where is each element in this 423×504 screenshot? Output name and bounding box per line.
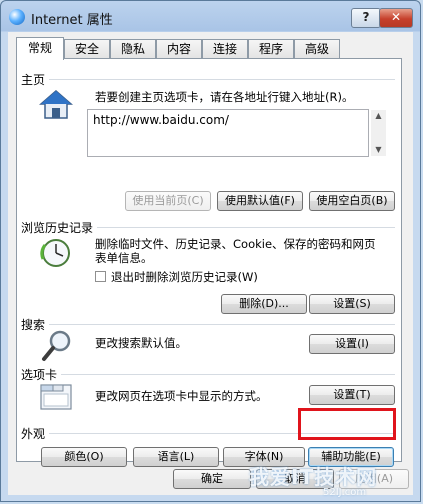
tabs-description: 更改网页在选项卡中显示的方式。 <box>95 389 268 403</box>
search-description: 更改搜索默认值。 <box>95 336 187 350</box>
home-page-input[interactable]: http://www.baidu.com/ <box>87 109 369 157</box>
tab-security[interactable]: 安全 <box>64 39 110 59</box>
window-title: Internet 属性 <box>31 13 113 28</box>
tab-privacy[interactable]: 隐私 <box>110 39 156 59</box>
use-current-button[interactable]: 使用当前页(C) <box>125 191 211 211</box>
clock-icon <box>40 239 70 267</box>
tab-general[interactable]: 常规 <box>16 37 64 60</box>
tab-advanced[interactable]: 高级 <box>294 39 340 59</box>
use-default-button[interactable]: 使用默认值(F) <box>217 191 303 211</box>
home-page-scrollbar[interactable]: ▲ ▼ <box>371 110 386 156</box>
internet-explorer-icon <box>9 9 25 25</box>
delete-on-exit-checkbox[interactable] <box>95 271 106 282</box>
general-tab-panel: 主页 若要创建主页选项卡，请在各地址行键入地址(R)。 http://www.b… <box>16 58 402 467</box>
help-button[interactable]: ? <box>351 8 381 28</box>
tab-programs[interactable]: 程序 <box>248 39 294 59</box>
highlight-box <box>298 408 396 440</box>
use-blank-button[interactable]: 使用空白页(B) <box>309 191 395 211</box>
history-settings-button[interactable]: 设置(S) <box>309 294 395 314</box>
appearance-section-title: 外观 <box>21 427 46 441</box>
section-divider <box>97 227 395 228</box>
tab-content[interactable]: 内容 <box>156 39 202 59</box>
scroll-down-icon[interactable]: ▼ <box>371 144 386 156</box>
magnifier-icon <box>42 330 71 361</box>
delete-history-button[interactable]: 删除(D)... <box>221 294 307 314</box>
tabs-settings-button[interactable]: 设置(T) <box>309 385 395 405</box>
search-settings-button[interactable]: 设置(I) <box>309 334 395 354</box>
history-section-title: 浏览历史记录 <box>21 221 94 235</box>
house-icon <box>39 90 73 119</box>
delete-on-exit-label[interactable]: 退出时删除浏览历史记录(W) <box>111 269 258 285</box>
home-section-title: 主页 <box>21 73 46 87</box>
section-divider <box>61 374 395 375</box>
watermark-text: 我爱IT技术网 <box>249 465 378 489</box>
tabbed-window-icon <box>40 384 72 410</box>
history-description-line1: 删除临时文件、历史记录、Cookie、保存的密码和网页 <box>95 237 376 251</box>
history-description-line2: 表单信息。 <box>95 251 153 265</box>
scroll-up-icon[interactable]: ▲ <box>371 110 386 122</box>
section-divider <box>49 324 395 325</box>
home-description: 若要创建主页选项卡，请在各地址行键入地址(R)。 <box>95 90 354 104</box>
languages-button[interactable]: 语言(L) <box>133 447 219 467</box>
section-divider <box>49 79 395 80</box>
watermark-subtext: 52IJ.com <box>323 487 367 498</box>
title-bar[interactable]: Internet 属性 ? ✕ <box>1 1 420 31</box>
ok-button[interactable]: 确定 <box>173 469 251 489</box>
colors-button[interactable]: 颜色(O) <box>41 447 127 467</box>
internet-options-window: Internet 属性 ? ✕ 常规 安全 隐私 内容 连接 程序 高级 主页 … <box>0 0 421 502</box>
close-button[interactable]: ✕ <box>379 8 413 28</box>
tab-connections[interactable]: 连接 <box>202 39 248 59</box>
